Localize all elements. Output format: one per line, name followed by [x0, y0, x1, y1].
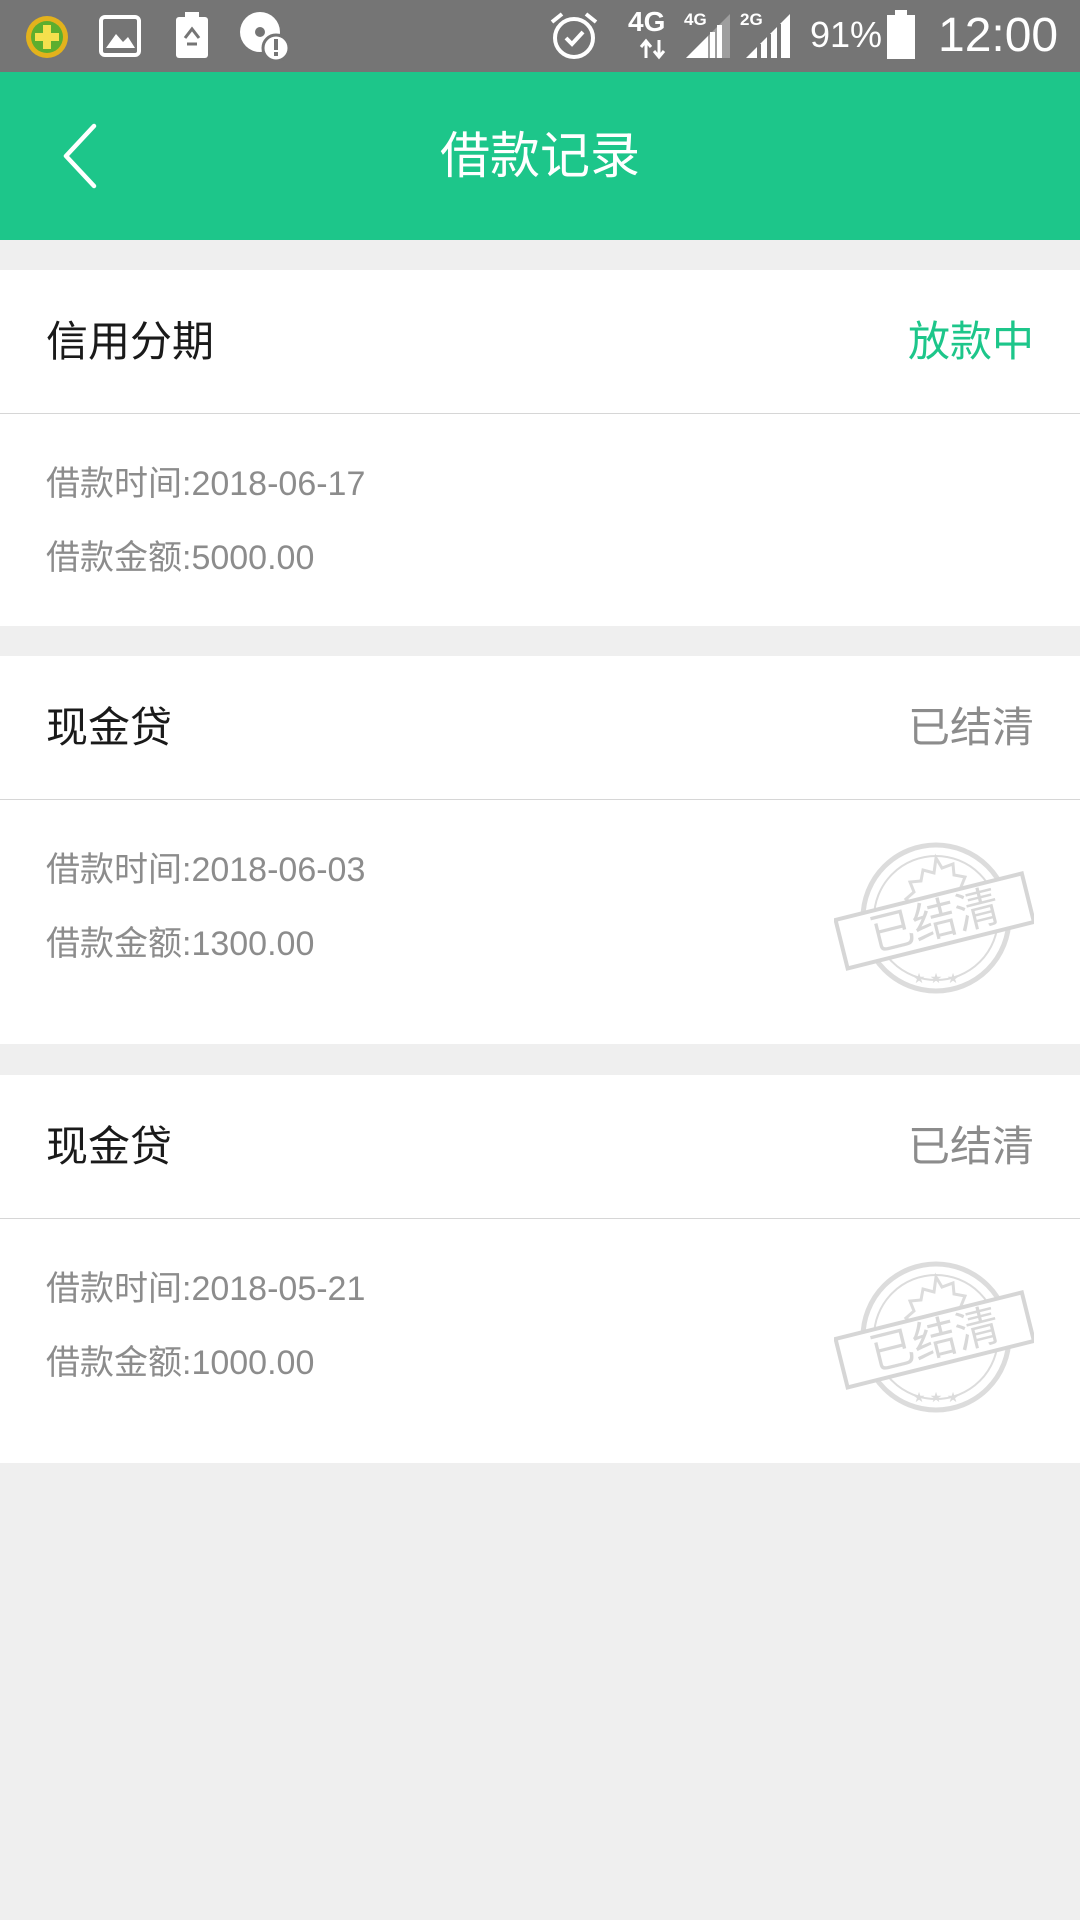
page-title: 借款记录	[440, 127, 640, 185]
status-bar: 4G 4G 2G 91% 12:00	[0, 0, 1080, 72]
loan-record-card[interactable]: 现金贷 已结清 借款时间:2018-05-21 借款金额:1000.00 已结清…	[0, 1075, 1080, 1463]
alarm-icon	[550, 12, 598, 59]
settled-stamp: 已结清 ★ ★ ★	[834, 842, 1034, 994]
loan-date: 借款时间:2018-05-21	[46, 1270, 366, 1308]
loan-amount: 借款金额:1300.00	[46, 925, 315, 963]
loan-date: 借款时间:2018-06-03	[46, 851, 366, 889]
signal-icon	[746, 14, 790, 58]
signal-icon	[686, 14, 730, 58]
card-header: 现金贷 已结清	[0, 656, 1080, 800]
app-notification-icon	[26, 16, 68, 58]
clock: 12:00	[938, 9, 1059, 62]
battery-saver-icon	[176, 12, 208, 58]
loan-status: 已结清	[907, 703, 1034, 752]
card-header: 现金贷 已结清	[0, 1075, 1080, 1219]
app-header: 借款记录	[0, 72, 1080, 240]
battery-percent: 91%	[810, 14, 883, 55]
loan-record-card[interactable]: 现金贷 已结清 借款时间:2018-06-03 借款金额:1300.00 已结清…	[0, 656, 1080, 1044]
image-icon	[99, 15, 141, 57]
network-type-label: 4G	[628, 6, 666, 37]
alert-icon	[240, 12, 290, 62]
loan-type: 现金贷	[46, 703, 173, 752]
loan-status: 放款中	[907, 317, 1034, 366]
card-header: 信用分期 放款中	[0, 270, 1080, 414]
svg-text:★ ★ ★: ★ ★ ★	[913, 971, 960, 987]
svg-text:★ ★ ★: ★ ★ ★	[913, 1390, 960, 1406]
loan-date: 借款时间:2018-06-17	[46, 465, 366, 503]
battery-icon	[887, 10, 915, 59]
loan-status: 已结清	[907, 1122, 1034, 1171]
loan-record-card[interactable]: 信用分期 放款中 借款时间:2018-06-17 借款金额:5000.00	[0, 270, 1080, 626]
stamp-text: 已结清	[865, 881, 1005, 962]
loan-type: 信用分期	[46, 317, 215, 366]
stamp-text: 已结清	[865, 1300, 1005, 1381]
loan-amount: 借款金额:1000.00	[46, 1344, 315, 1382]
settled-stamp: 已结清 ★ ★ ★	[834, 1261, 1034, 1413]
loan-type: 现金贷	[46, 1122, 173, 1171]
loan-amount: 借款金额:5000.00	[46, 539, 315, 577]
data-arrows-icon	[639, 38, 666, 60]
